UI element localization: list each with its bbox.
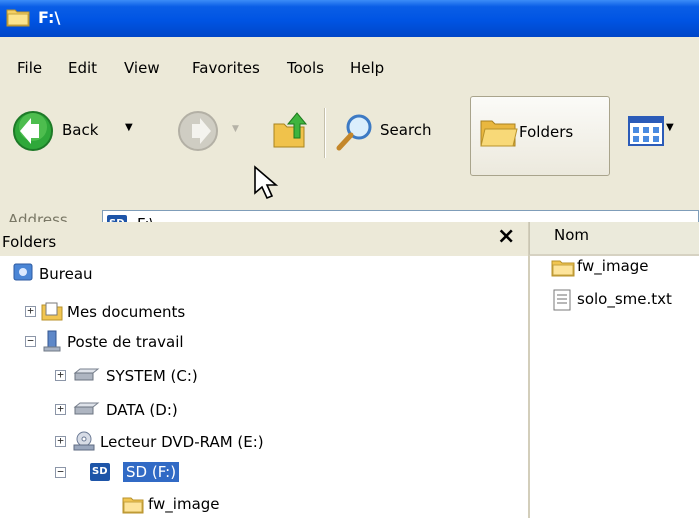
tree-item-label: SYSTEM (C:) [106,367,198,385]
menu-help[interactable]: Help [350,59,384,77]
folders-pane-header: Folders × [0,222,529,256]
tree-item-label: Bureau [39,265,93,283]
menu-bar: File Edit View Favorites Tools Help [0,37,699,91]
menu-tools[interactable]: Tools [287,59,324,77]
tree-item-label: Lecteur DVD-RAM (E:) [100,433,264,451]
folders-button[interactable]: Folders [470,96,610,176]
close-icon[interactable]: × [497,224,515,249]
folder-icon [122,497,144,514]
expand-plus-icon[interactable]: + [25,305,36,317]
hard-drive-icon [73,368,100,381]
back-label: Back [62,121,99,139]
folders-pane-title: Folders [2,233,57,251]
list-item[interactable]: solo_sme.txt [551,286,699,311]
folder-icon [551,260,575,277]
folders-icon [479,113,519,155]
expand-plus-icon[interactable]: + [55,403,66,415]
expand-plus-icon[interactable]: + [55,369,66,381]
search-button[interactable]: Search [335,110,460,152]
views-grid-icon [628,116,664,150]
folders-label: Folders [519,123,574,141]
back-arrow-icon [12,110,54,156]
forward-button[interactable]: ▼ [177,110,247,152]
list-item-label: solo_sme.txt [577,290,672,308]
views-button[interactable]: ▼ [628,110,699,152]
tree-item-label: fw_image [148,495,220,513]
list-item-label: fw_image [577,257,649,275]
tree-item-label: Mes documents [67,303,186,321]
toolbar-separator [324,108,326,158]
collapse-minus-icon[interactable]: − [55,466,66,478]
search-icon [335,112,375,156]
documents-folder-icon [41,302,63,321]
desktop-icon [13,263,33,281]
forward-dropdown-arrow-icon[interactable]: ▼ [232,124,239,134]
back-button[interactable]: Back ▼ [12,110,157,152]
column-header-name[interactable]: Nom [554,226,589,244]
list-item[interactable]: fw_image [551,256,699,278]
back-dropdown-arrow-icon[interactable]: ▼ [125,122,133,133]
mouse-cursor-icon [253,165,283,205]
menu-favorites[interactable]: Favorites [192,59,260,77]
tree-item-label-selected: SD (F:) [123,462,180,482]
menu-edit[interactable]: Edit [68,59,97,77]
up-folder-icon [273,112,308,148]
window-title: F:\ [38,8,61,27]
up-folder-button[interactable] [268,108,312,152]
hard-drive-icon [73,402,100,415]
dvd-drive-icon [73,431,95,451]
menu-file[interactable]: File [17,59,42,77]
tree-item-label: Poste de travail [67,333,184,351]
tree-item-label: DATA (D:) [106,401,178,419]
collapse-minus-icon[interactable]: − [25,335,36,347]
menu-view[interactable]: View [124,59,160,77]
title-bar[interactable]: F:\ [0,0,699,37]
computer-icon [43,330,61,352]
sd-card-icon: SD [90,463,110,481]
expand-plus-icon[interactable]: + [55,435,66,447]
file-list-header: Nom [529,222,699,256]
forward-arrow-icon [177,110,219,156]
pane-splitter[interactable] [528,222,530,518]
folder-icon [6,6,30,32]
search-label: Search [380,121,432,139]
text-file-icon [553,289,571,311]
views-dropdown-arrow-icon[interactable]: ▼ [666,122,674,133]
